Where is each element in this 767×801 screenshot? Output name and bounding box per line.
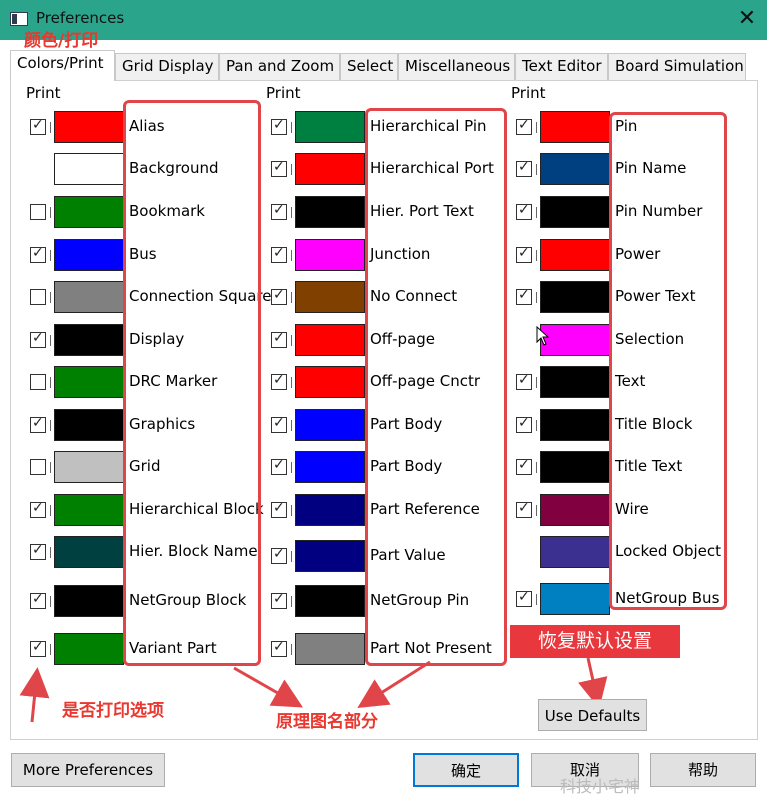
names-annotation: 原理图名部分 <box>276 712 378 732</box>
arrow-defaults <box>578 657 608 709</box>
print-annotation: 是否打印选项 <box>62 701 164 721</box>
watermark: 科技小宅神 <box>560 777 641 796</box>
mouse-cursor-icon <box>536 326 550 346</box>
use-defaults-button[interactable]: Use Defaults <box>538 699 647 731</box>
ok-button[interactable]: 确定 <box>413 753 519 787</box>
help-button[interactable]: 帮助 <box>650 753 756 787</box>
defaults-annotation: 恢复默认设置 <box>510 625 680 658</box>
tab-colors-print[interactable]: Colors/Print <box>10 50 115 81</box>
arrow-names-right <box>357 660 431 709</box>
annotation-arrows <box>19 657 608 723</box>
arrow-names-left <box>233 666 304 708</box>
more-preferences-button[interactable]: More Preferences <box>11 753 165 787</box>
arrow-print <box>19 667 50 723</box>
